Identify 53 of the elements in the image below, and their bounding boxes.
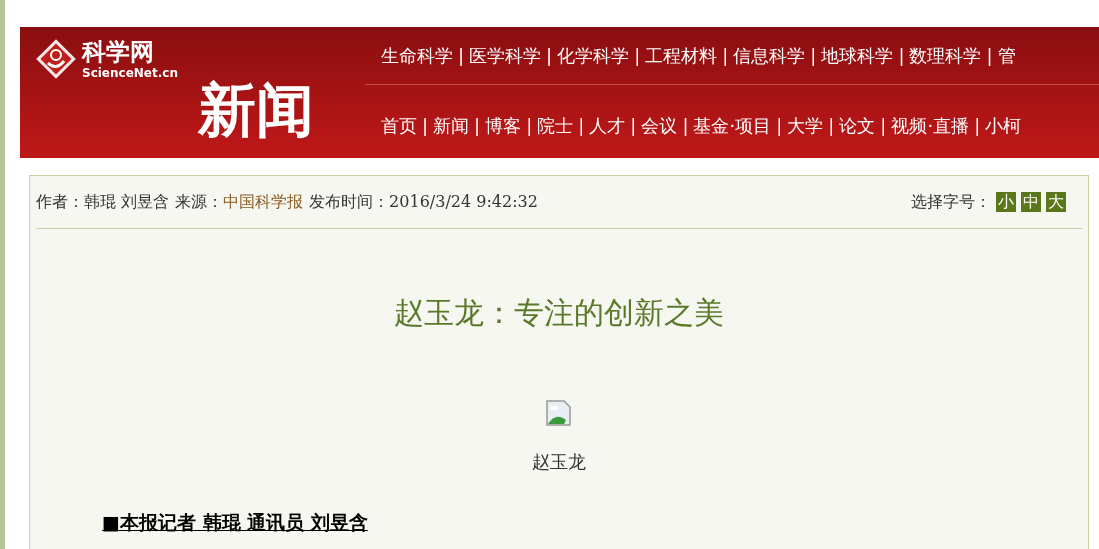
- nav-link[interactable]: 医学科学: [469, 43, 542, 68]
- nav-separator: |: [526, 115, 533, 136]
- section-title: 新闻: [198, 75, 314, 145]
- nav-link[interactable]: 管: [997, 43, 1016, 68]
- nav-link[interactable]: 化学科学: [557, 43, 630, 68]
- nav-separator: |: [458, 45, 465, 66]
- nav-link[interactable]: 会议: [641, 113, 678, 138]
- nav-separator: |: [422, 115, 429, 136]
- article-title: 赵玉龙：专注的创新之美: [393, 294, 725, 332]
- image-caption: 赵玉龙: [532, 450, 586, 474]
- source-label: 来源：: [175, 191, 224, 211]
- nav-separator: |: [880, 115, 887, 136]
- font-size-label: 选择字号：: [911, 191, 991, 213]
- nav-link[interactable]: 生命科学: [381, 43, 453, 68]
- nav-link[interactable]: 人才: [589, 113, 626, 138]
- nav-separator: |: [722, 45, 729, 66]
- byline: ■本报记者 韩琨 通讯员 刘昱含: [102, 510, 368, 535]
- broken-image-icon: [546, 400, 572, 426]
- publish-time: 2016/3/24 9:42:32: [389, 191, 538, 211]
- font-size-button[interactable]: 小: [996, 192, 1016, 212]
- logo-domain: ScienceNet.cn: [82, 66, 178, 80]
- nav-separator: |: [810, 45, 817, 66]
- nav-separator: |: [578, 115, 585, 136]
- nav-separator: |: [634, 45, 641, 66]
- nav-link[interactable]: 信息科学: [733, 43, 806, 68]
- author-names: 韩琨 刘昱含: [84, 191, 170, 211]
- nav-separator: |: [630, 115, 637, 136]
- nav-separator: |: [974, 115, 981, 136]
- nav-link[interactable]: 新闻: [433, 113, 470, 138]
- nav-separator: |: [546, 45, 553, 66]
- source-link[interactable]: 中国科学报: [223, 191, 304, 211]
- nav-link[interactable]: 博客: [485, 113, 522, 138]
- time-label: 发布时间：: [309, 191, 390, 211]
- nav-link[interactable]: 地球科学: [821, 43, 894, 68]
- nav-separator: |: [828, 115, 835, 136]
- logo-text: 科学网: [82, 38, 155, 66]
- nav-separator: |: [986, 45, 993, 66]
- nav-link[interactable]: 大学: [787, 113, 824, 138]
- author-label: 作者：: [36, 191, 84, 211]
- font-size-button[interactable]: 大: [1046, 192, 1066, 212]
- nav-link[interactable]: 基金·项目: [693, 113, 772, 138]
- nav-separator: |: [474, 115, 481, 136]
- nav-link[interactable]: 视频·直播: [891, 113, 970, 138]
- nav-separator: |: [682, 115, 689, 136]
- nav-separator: |: [776, 115, 783, 136]
- nav-link[interactable]: 数理科学: [909, 43, 982, 68]
- nav-link[interactable]: 小柯: [985, 113, 1022, 138]
- nav-link[interactable]: 论文: [839, 113, 876, 138]
- font-size-button[interactable]: 中: [1021, 192, 1041, 212]
- nav-link[interactable]: 工程材料: [645, 43, 718, 68]
- nav-separator: |: [898, 45, 905, 66]
- nav-link[interactable]: 院士: [537, 113, 574, 138]
- nav-link[interactable]: 首页: [381, 113, 417, 138]
